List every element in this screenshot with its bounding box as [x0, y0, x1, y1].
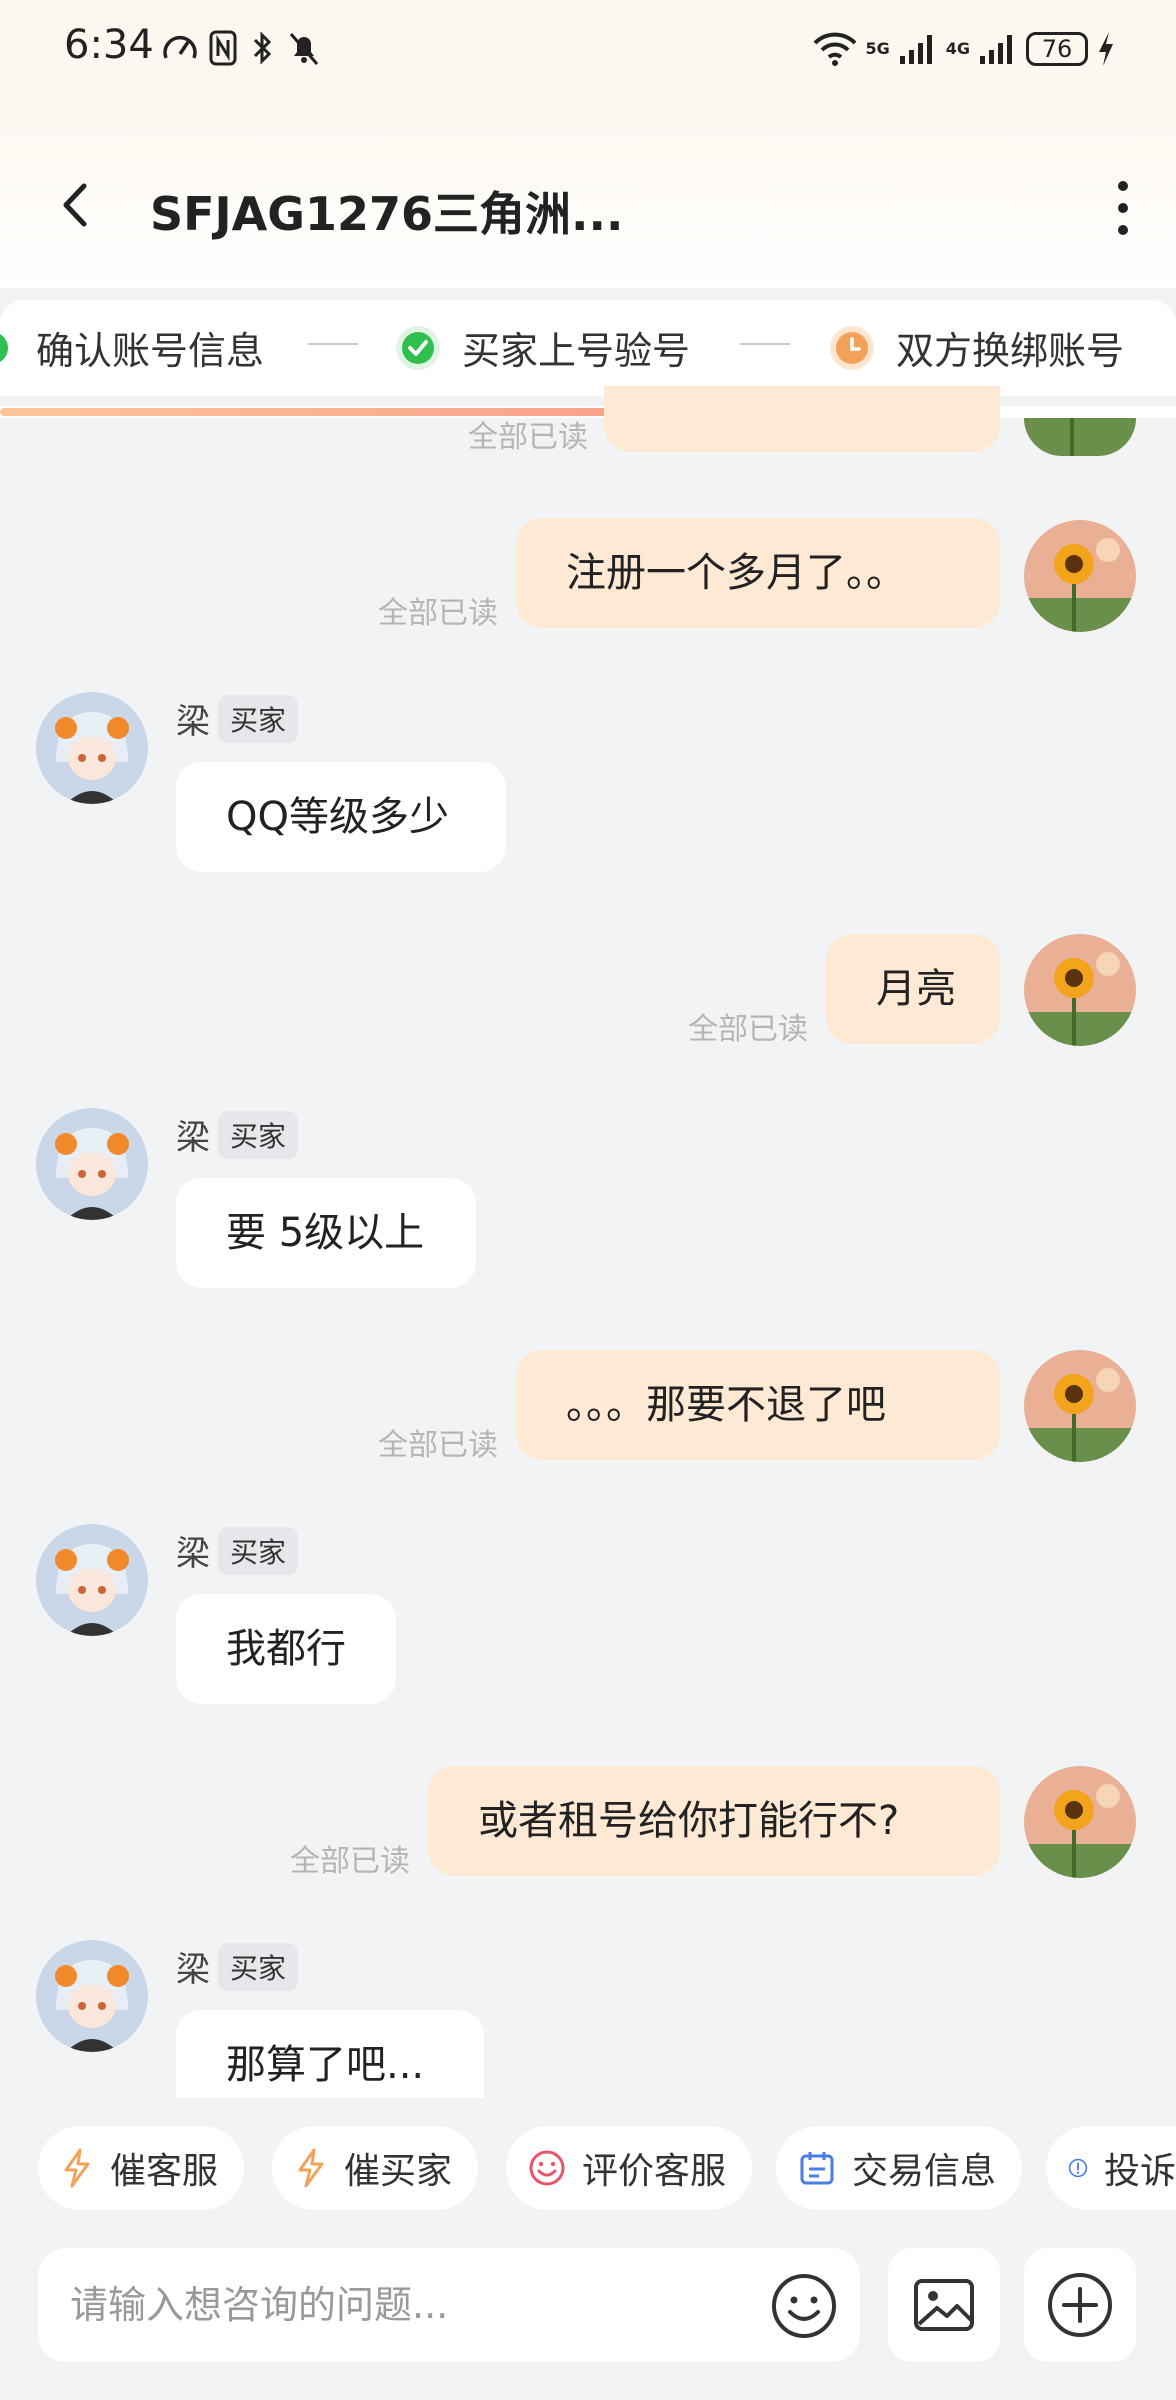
buyer-tag: 买家: [218, 1942, 299, 1991]
chip-label: 投诉: [1103, 2151, 1176, 2192]
read-receipt: 全部已读: [378, 596, 498, 631]
step-rebind-account: 双方换绑账号: [830, 320, 1124, 375]
message-bubble[interactable]: 注册一个多月了。。: [516, 518, 1000, 628]
check-circle-icon: [396, 325, 440, 370]
read-receipt: 全部已读: [290, 1844, 410, 1879]
lightning-icon: [64, 2148, 90, 2188]
network-5g: 5G: [865, 39, 890, 58]
sender-name-text: 梁: [176, 1534, 210, 1574]
step-label: 确认账号信息: [36, 329, 265, 373]
urge-buyer-button[interactable]: 催买家: [272, 2126, 479, 2210]
sender-name: 梁买家: [176, 1942, 299, 1991]
message-bubble[interactable]: 。。。那要不退了吧: [516, 1350, 1000, 1460]
my-avatar[interactable]: [1024, 520, 1136, 632]
plus-button[interactable]: [1024, 2248, 1136, 2362]
message-bubble[interactable]: 月亮: [826, 934, 1000, 1044]
anime-avatar-icon: [36, 692, 148, 804]
sender-name-text: 梁: [176, 1950, 210, 1990]
chip-label: 催买家: [344, 2151, 453, 2192]
message-bubble[interactable]: 或者租号给你打能行不?: [428, 1766, 1000, 1876]
page-title: SFJAG1276三角洲...: [150, 187, 624, 241]
message-bubble[interactable]: 要 5级以上: [176, 1178, 476, 1288]
input-bar: 请输入想咨询的问题...: [0, 2248, 1176, 2400]
anime-avatar-icon: [36, 1108, 148, 1220]
calendar-icon: [800, 2152, 834, 2185]
charging-icon: [1099, 32, 1113, 66]
quick-actions-bar: 催客服 催买家 评价客服 交易信息 投诉: [0, 2098, 1176, 2248]
sunflower-avatar-icon: [1024, 520, 1136, 632]
step-divider: [740, 343, 790, 345]
message-bubble-partial[interactable]: [604, 386, 1000, 452]
read-receipt: 全部已读: [378, 1428, 498, 1463]
trade-steps: 确认账号信息 买家上号验号 双方换绑账号: [0, 300, 1176, 396]
sunflower-avatar-icon: [1024, 418, 1136, 456]
emoji-icon[interactable]: [770, 2272, 838, 2340]
nfc-icon: [209, 30, 237, 66]
my-avatar[interactable]: [1024, 1350, 1136, 1462]
smile-icon: [529, 2150, 565, 2186]
status-bar: 6:34 5G 4G 76: [0, 0, 1176, 100]
chip-label: 评价客服: [582, 2151, 727, 2192]
my-avatar[interactable]: [1024, 1766, 1136, 1878]
clock-icon: [830, 325, 874, 370]
buyer-avatar[interactable]: [36, 692, 148, 804]
sender-name: 梁买家: [176, 1110, 299, 1159]
alert-icon: [1068, 2158, 1088, 2178]
step-confirm-account: 确认账号信息: [0, 320, 264, 375]
anime-avatar-icon: [36, 1940, 148, 2052]
lightning-icon: [298, 2148, 324, 2188]
buyer-tag: 买家: [218, 1110, 299, 1159]
complaint-button[interactable]: 投诉: [1046, 2126, 1176, 2210]
wifi-icon: [814, 32, 857, 66]
battery-level: 76: [1041, 35, 1073, 63]
sender-name-text: 梁: [176, 702, 210, 742]
plus-circle-icon: [1048, 2273, 1112, 2337]
sunflower-avatar-icon: [1024, 1766, 1136, 1878]
back-arrow-icon[interactable]: [52, 180, 102, 230]
image-button[interactable]: [888, 2248, 1000, 2362]
buyer-avatar[interactable]: [36, 1940, 148, 2052]
input-placeholder: 请输入想咨询的问题...: [70, 2283, 449, 2327]
sunflower-avatar-icon: [1024, 1350, 1136, 1462]
rate-service-button[interactable]: 评价客服: [506, 2126, 753, 2210]
network-4g: 4G: [945, 39, 970, 58]
message-input[interactable]: 请输入想咨询的问题...: [38, 2248, 860, 2362]
read-receipt: 全部已读: [468, 420, 588, 455]
read-receipt: 全部已读: [688, 1012, 808, 1047]
urge-service-button[interactable]: 催客服: [38, 2126, 245, 2210]
bluetooth-icon: [253, 31, 272, 65]
trade-info-button[interactable]: 交易信息: [776, 2126, 1023, 2210]
step-label: 双方换绑账号: [896, 329, 1125, 373]
anime-avatar-icon: [36, 1524, 148, 1636]
my-avatar[interactable]: [1024, 418, 1136, 456]
status-time: 6:34: [64, 22, 154, 68]
message-bubble[interactable]: QQ等级多少: [176, 762, 506, 872]
chat-header: SFJAG1276三角洲...: [0, 140, 1176, 270]
image-icon: [914, 2279, 974, 2331]
chip-label: 催客服: [110, 2151, 219, 2192]
sender-name: 梁买家: [176, 1526, 299, 1575]
step-label: 买家上号验号: [462, 329, 691, 373]
sunflower-avatar-icon: [1024, 934, 1136, 1046]
mute-bell-icon: [289, 33, 319, 65]
buyer-tag: 买家: [218, 694, 299, 743]
signal-icon: [899, 35, 932, 64]
step-buyer-verify: 买家上号验号: [396, 320, 690, 375]
chip-label: 交易信息: [852, 2151, 997, 2192]
more-menu-icon[interactable]: [1106, 178, 1140, 238]
speedometer-icon: [163, 35, 197, 59]
message-bubble[interactable]: 我都行: [176, 1594, 396, 1704]
buyer-avatar[interactable]: [36, 1108, 148, 1220]
sender-name-text: 梁: [176, 1118, 210, 1158]
signal-icon-2: [980, 35, 1012, 64]
step-divider: [308, 343, 358, 345]
buyer-avatar[interactable]: [36, 1524, 148, 1636]
message-bubble[interactable]: 那算了吧...: [176, 2010, 484, 2098]
status-right: 5G 4G 76: [813, 24, 1116, 74]
buyer-tag: 买家: [218, 1526, 299, 1575]
sender-name: 梁买家: [176, 694, 299, 743]
check-icon: [0, 333, 8, 362]
my-avatar[interactable]: [1024, 934, 1136, 1046]
battery-icon: 76: [1026, 32, 1088, 66]
